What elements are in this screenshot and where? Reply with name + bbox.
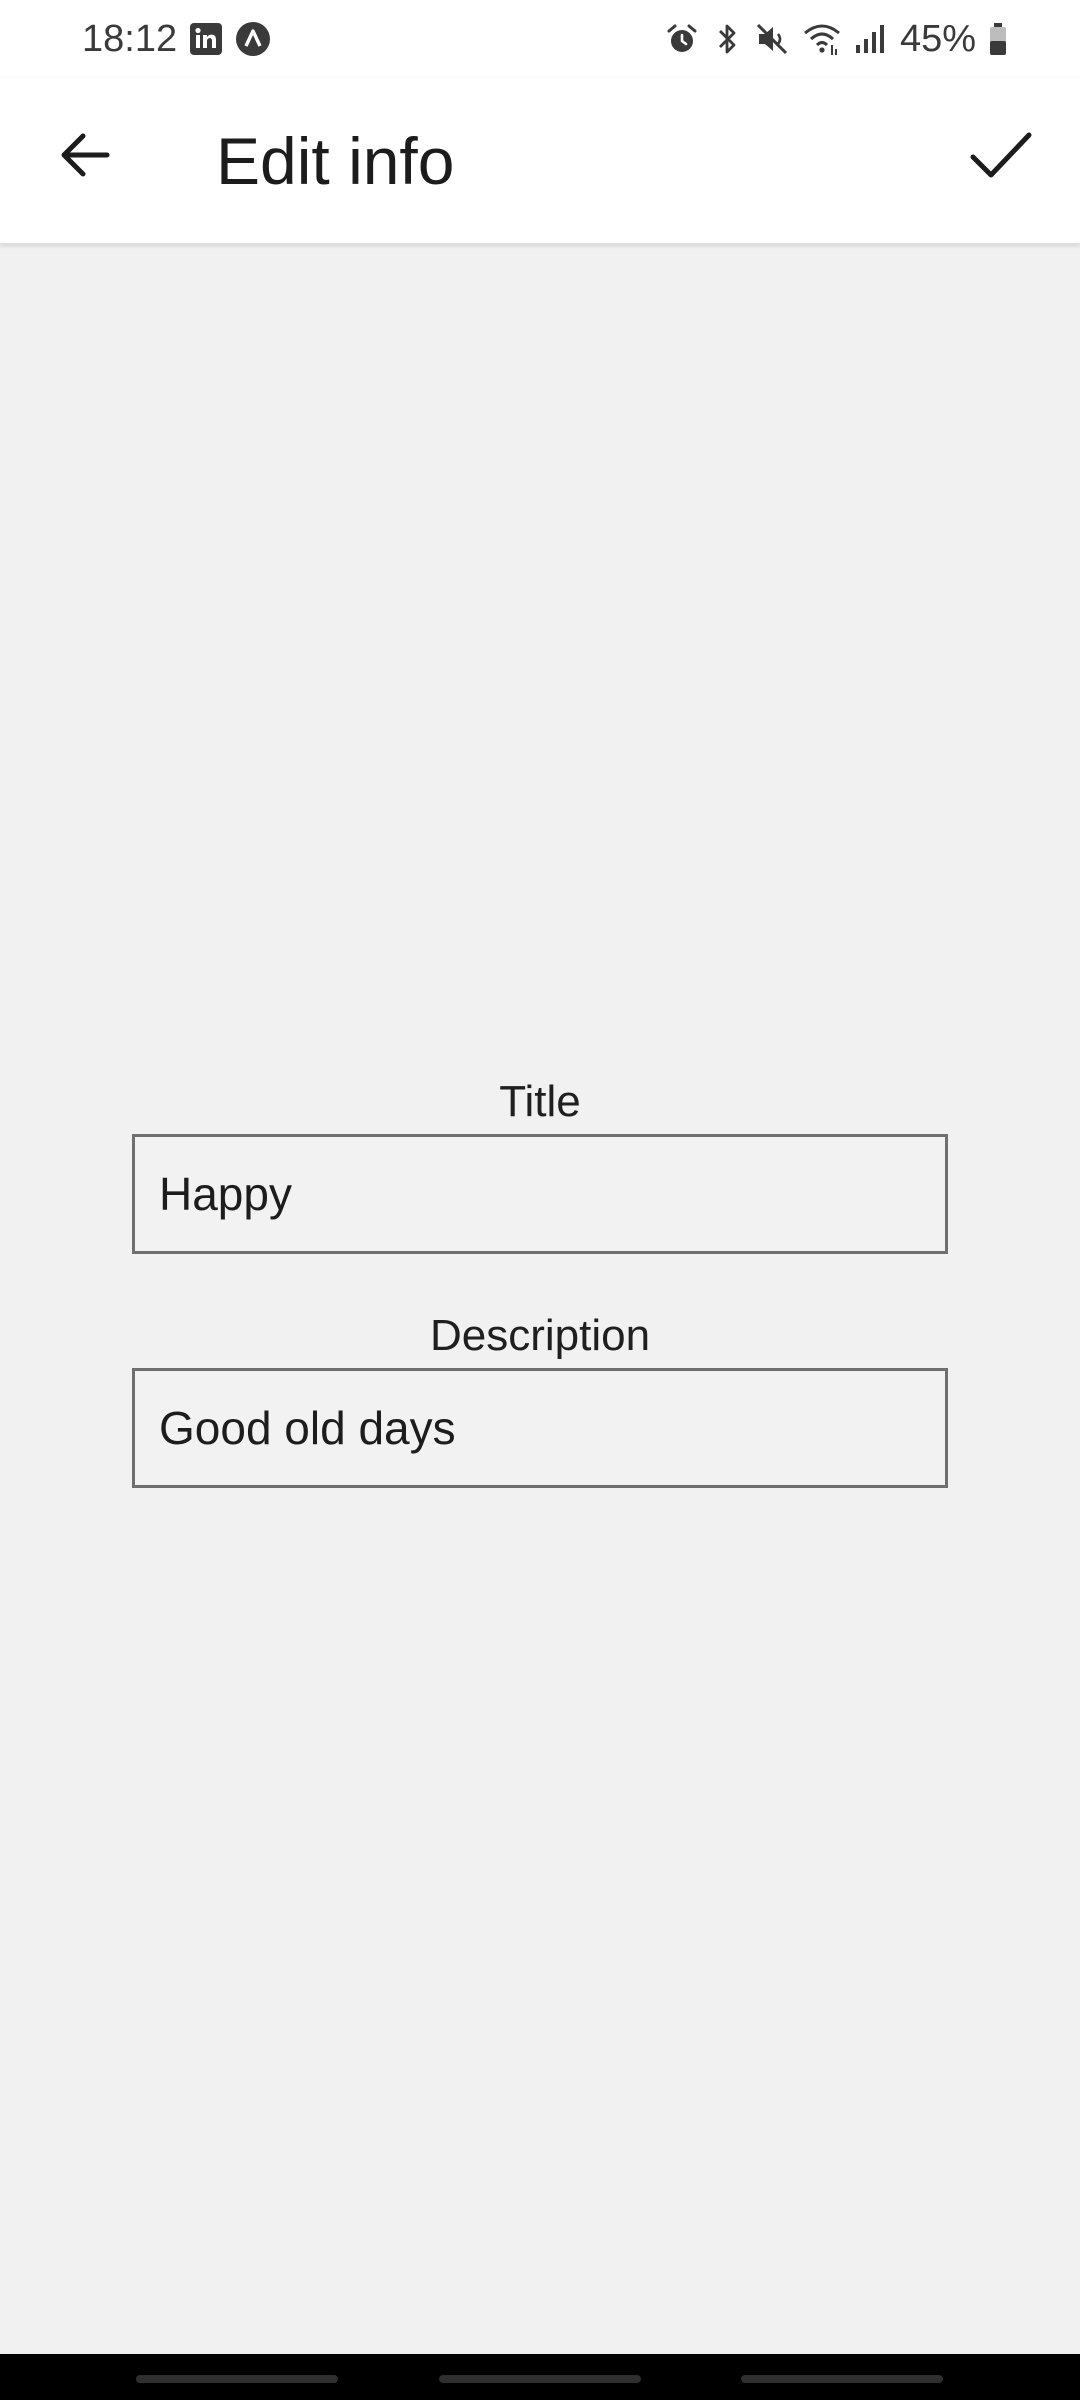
app-caret-icon: [235, 21, 271, 57]
title-label: Title: [499, 1077, 581, 1126]
wifi-icon: [802, 21, 842, 57]
navigation-bar: [0, 2354, 1080, 2400]
description-input[interactable]: [132, 1368, 948, 1488]
nav-back-button[interactable]: [741, 2375, 943, 2383]
linkedin-icon: [189, 22, 223, 56]
status-right: 45%: [664, 18, 1008, 61]
status-left: 18:12: [82, 18, 271, 61]
status-time: 18:12: [82, 17, 178, 60]
edit-info-form: Title Description: [132, 1070, 948, 1488]
nav-home-button[interactable]: [439, 2375, 641, 2383]
signal-icon: [854, 21, 888, 57]
status-bar: 18:12 45%: [0, 0, 1080, 78]
confirm-button[interactable]: [966, 120, 1036, 190]
description-label: Description: [429, 1311, 651, 1360]
alarm-icon: [664, 21, 700, 57]
title-field-group: Title: [132, 1070, 948, 1254]
battery-percent: 45%: [899, 17, 976, 60]
arrow-back-icon: [61, 133, 110, 177]
bluetooth-icon: [712, 21, 742, 57]
back-button[interactable]: [50, 120, 120, 190]
mute-icon: [754, 21, 790, 57]
nav-recents-button[interactable]: [136, 2375, 338, 2383]
title-input[interactable]: [132, 1134, 948, 1254]
check-icon: [970, 132, 1032, 178]
app-bar: Edit info: [0, 78, 1080, 244]
description-field-group: Description: [132, 1304, 948, 1488]
page-title: Edit info: [216, 124, 455, 198]
battery-icon: [988, 21, 1008, 57]
